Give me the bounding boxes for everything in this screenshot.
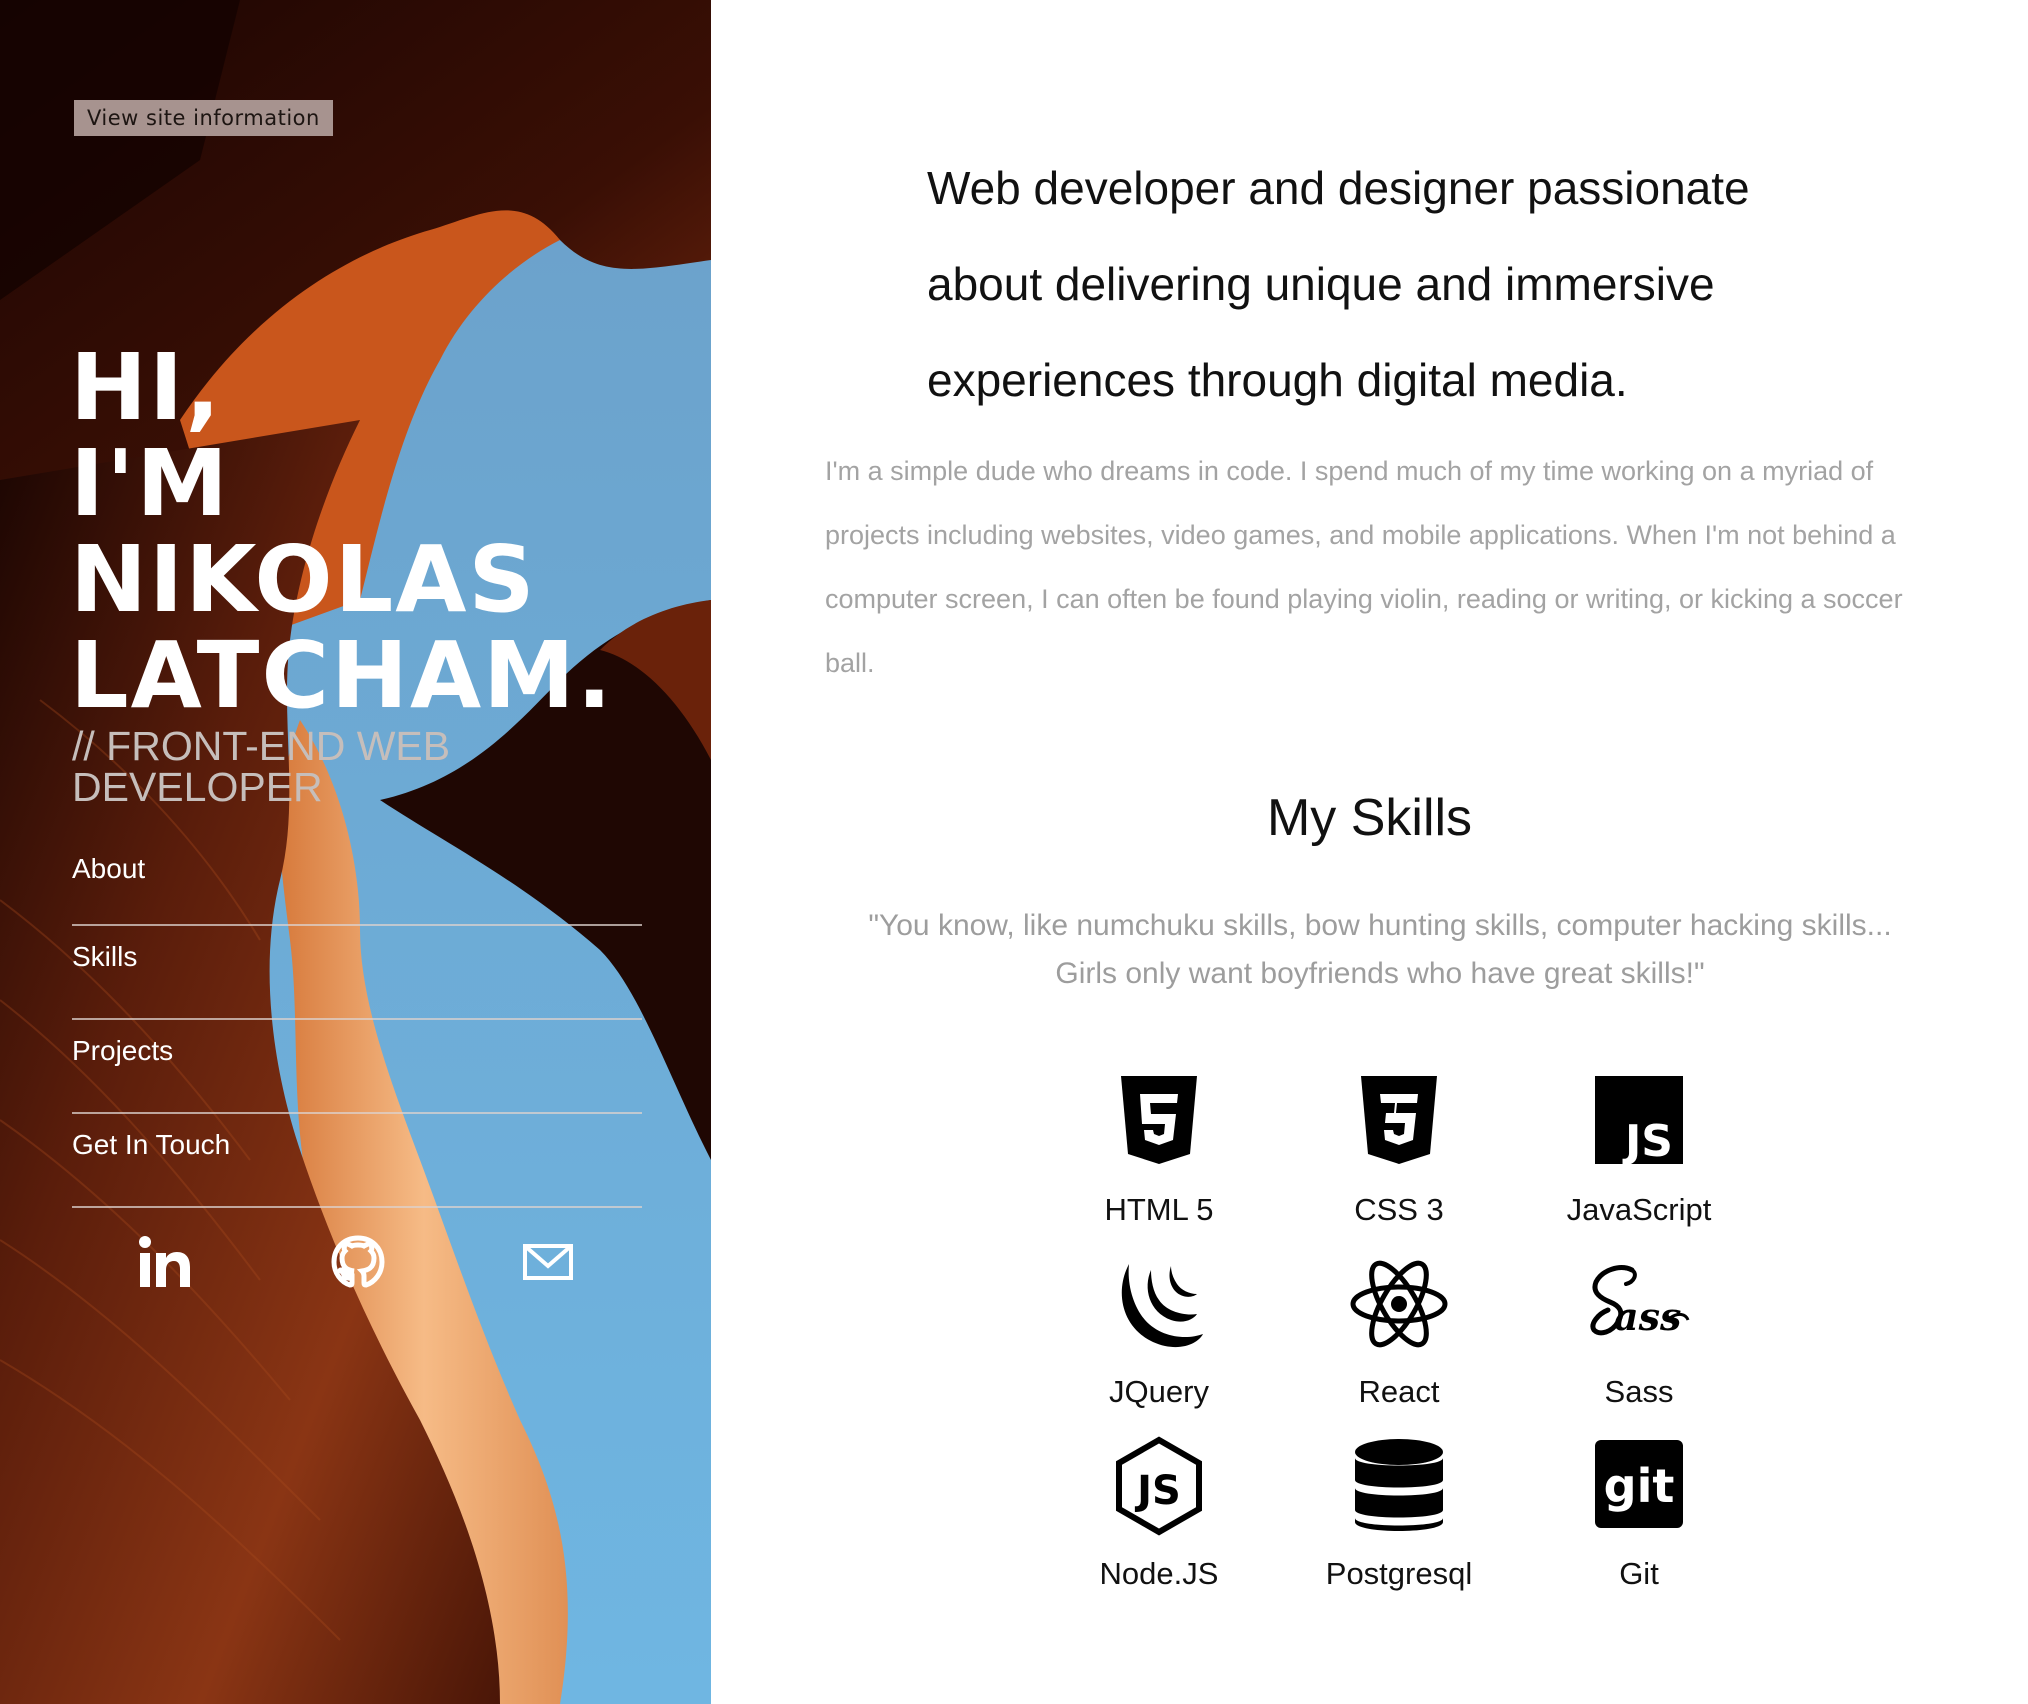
skill-item-jquery: JQuery: [1039, 1254, 1279, 1410]
hero-role-line: // FRONT-END WEB: [72, 723, 451, 769]
intro-headline: Web developer and designer passionate ab…: [927, 140, 1827, 428]
about-content: Web developer and designer passionate ab…: [711, 0, 2028, 1704]
skill-label: CSS 3: [1354, 1192, 1444, 1227]
skill-item-nodejs: JS Node.JS: [1039, 1436, 1279, 1592]
nodejs-icon: JS: [1116, 1436, 1202, 1536]
skill-item-git: git Git: [1519, 1436, 1759, 1592]
bio-paragraph: I'm a simple dude who dreams in code. I …: [825, 456, 1903, 678]
svg-text:git: git: [1604, 1459, 1675, 1513]
skill-label: HTML 5: [1104, 1192, 1214, 1227]
skill-item-postgresql: Postgresql: [1279, 1436, 1519, 1592]
hero-name: HI, I'M NIKOLAS LATCHAM.: [70, 340, 614, 724]
jquery-icon: [1121, 1264, 1203, 1348]
svg-text:JS: JS: [1134, 1468, 1181, 1514]
nav-item-about[interactable]: About: [72, 846, 642, 926]
hero-name-line: LATCHAM.: [70, 622, 614, 729]
skill-label: JQuery: [1109, 1374, 1209, 1409]
skill-label: JavaScript: [1566, 1192, 1712, 1227]
javascript-icon: JS: [1595, 1076, 1683, 1167]
skill-item-javascript: JS JavaScript: [1519, 1072, 1759, 1228]
nav-item-get-in-touch[interactable]: Get In Touch: [72, 1114, 642, 1208]
skill-item-html5: HTML 5: [1039, 1072, 1279, 1228]
sass-icon: ass: [1590, 1265, 1690, 1339]
git-icon: git: [1595, 1440, 1683, 1528]
hero-role: // FRONT-END WEB DEVELOPER: [72, 726, 450, 808]
hero-role-line: DEVELOPER: [72, 764, 323, 810]
skill-item-sass: ass Sass: [1519, 1254, 1759, 1410]
postgresql-icon: [1355, 1439, 1443, 1531]
mail-icon[interactable]: [522, 1232, 574, 1292]
skill-item-css3: CSS 3: [1279, 1072, 1519, 1228]
skill-label: React: [1358, 1374, 1440, 1409]
skills-quote: "You know, like numchuku skills, bow hun…: [825, 902, 1935, 998]
hero-name-line: NIKOLAS: [70, 526, 537, 633]
social-links: [72, 1232, 642, 1292]
view-site-information-button[interactable]: View site information: [74, 100, 333, 136]
linkedin-icon[interactable]: [138, 1232, 192, 1292]
nav-item-skills[interactable]: Skills: [72, 926, 642, 1020]
intro-headline-line: about delivering unique and immersive: [927, 258, 1715, 310]
hero-panel: View site information HI, I'M NIKOLAS LA…: [0, 0, 711, 1704]
nav-item-projects[interactable]: Projects: [72, 1020, 642, 1114]
skill-label: Node.JS: [1099, 1556, 1219, 1591]
github-icon[interactable]: [330, 1232, 386, 1292]
hero-name-line: I'M: [70, 430, 230, 537]
html5-icon: [1121, 1076, 1197, 1164]
svg-text:JS: JS: [1622, 1116, 1673, 1167]
main-nav: About Skills Projects Get In Touch: [72, 846, 642, 1208]
skills-quote-line: "You know, like numchuku skills, bow hun…: [868, 909, 1892, 942]
skills-quote-line: Girls only want boyfriends who have grea…: [1055, 957, 1705, 990]
skills-title: My Skills: [1266, 789, 1473, 847]
intro-headline-line: Web developer and designer passionate: [927, 162, 1750, 214]
skill-label: Sass: [1604, 1374, 1674, 1409]
skill-item-react: React: [1279, 1254, 1519, 1410]
react-icon: [1350, 1260, 1448, 1348]
css3-icon: [1361, 1076, 1437, 1164]
skill-label: Git: [1619, 1556, 1659, 1591]
hero-name-line: HI,: [70, 334, 223, 441]
skill-label: Postgresql: [1325, 1556, 1473, 1591]
intro-headline-line: experiences through digital media.: [927, 354, 1628, 406]
